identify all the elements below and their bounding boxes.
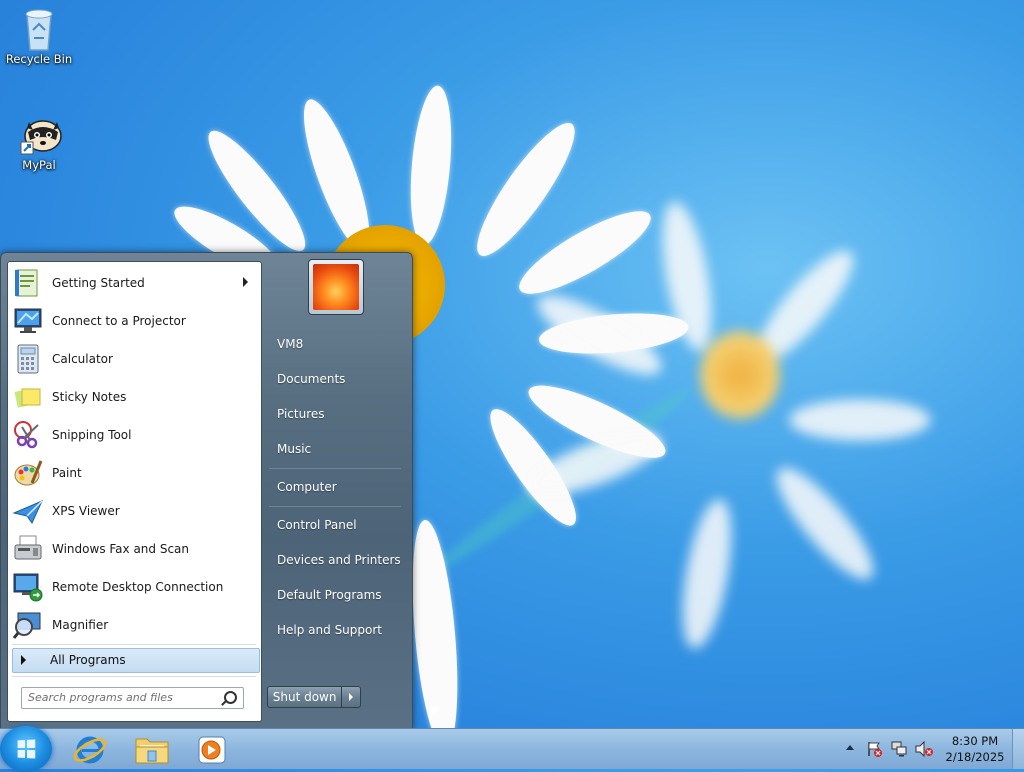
program-connect-to-projector[interactable]: Connect to a Projector bbox=[12, 304, 258, 338]
all-programs-button[interactable]: All Programs bbox=[12, 648, 260, 673]
program-windows-fax-and-scan[interactable]: Windows Fax and Scan bbox=[12, 532, 258, 566]
program-label: Connect to a Projector bbox=[52, 314, 186, 328]
all-programs-label: All Programs bbox=[50, 653, 126, 667]
shutdown-options-arrow-icon[interactable] bbox=[342, 686, 361, 708]
folder-icon bbox=[135, 738, 169, 764]
program-label: Remote Desktop Connection bbox=[52, 580, 224, 594]
show-desktop-button[interactable] bbox=[1012, 729, 1024, 769]
divider bbox=[269, 468, 401, 469]
desktop-icon-label: Recycle Bin bbox=[5, 52, 73, 66]
program-label: XPS Viewer bbox=[52, 504, 120, 518]
divider bbox=[12, 644, 256, 645]
network-icon[interactable] bbox=[890, 740, 908, 758]
program-remote-desktop-connection[interactable]: Remote Desktop Connection bbox=[12, 570, 258, 604]
program-label: Calculator bbox=[52, 352, 113, 366]
program-sticky-notes[interactable]: Sticky Notes bbox=[12, 380, 258, 414]
divider bbox=[12, 676, 256, 677]
magnifier-icon bbox=[12, 612, 41, 639]
volume-muted-icon[interactable] bbox=[914, 740, 934, 758]
shutdown-button[interactable]: Shut down bbox=[267, 686, 343, 708]
start-button[interactable] bbox=[0, 726, 52, 772]
palette-icon bbox=[14, 460, 43, 486]
start-menu-programs-pane: Getting Started Connect to a Projector C… bbox=[7, 261, 262, 722]
shutdown-group: Shut down bbox=[267, 686, 361, 708]
start-right-control-panel[interactable]: Control Panel bbox=[267, 512, 403, 538]
program-magnifier[interactable]: Magnifier bbox=[12, 608, 258, 642]
system-clock[interactable]: 8:30 PM 2/18/2025 bbox=[939, 733, 1011, 765]
windows-logo-icon bbox=[17, 739, 36, 759]
desktop-icon-label: MyPal bbox=[22, 158, 56, 172]
start-menu: Getting Started Connect to a Projector C… bbox=[0, 252, 413, 730]
start-right-music[interactable]: Music bbox=[267, 436, 403, 462]
sticky-notes-icon bbox=[14, 388, 41, 408]
scissors-icon bbox=[14, 421, 39, 449]
recycle-bin-icon bbox=[19, 6, 59, 51]
start-right-pictures[interactable]: Pictures bbox=[267, 401, 403, 427]
user-picture[interactable] bbox=[308, 259, 364, 315]
media-player-icon bbox=[198, 736, 226, 764]
search-input[interactable] bbox=[28, 688, 213, 706]
program-label: Snipping Tool bbox=[52, 428, 132, 442]
expand-arrow-icon bbox=[21, 655, 26, 665]
start-right-documents[interactable]: Documents bbox=[267, 366, 403, 392]
program-label: Paint bbox=[52, 466, 82, 480]
desktop-icon-mypal[interactable]: MyPal bbox=[2, 112, 76, 172]
remote-desktop-icon bbox=[13, 573, 43, 602]
raccoon-app-icon bbox=[19, 112, 62, 156]
search-icon[interactable] bbox=[224, 691, 237, 704]
calculator-icon bbox=[17, 344, 39, 374]
start-right-user[interactable]: VM8 bbox=[267, 331, 403, 357]
projector-icon bbox=[14, 308, 42, 333]
show-hidden-icons-arrow[interactable] bbox=[846, 745, 854, 750]
start-right-devices-and-printers[interactable]: Devices and Printers bbox=[267, 547, 403, 573]
start-right-help-and-support[interactable]: Help and Support bbox=[267, 617, 403, 643]
program-xps-viewer[interactable]: XPS Viewer bbox=[12, 494, 258, 528]
program-label: Windows Fax and Scan bbox=[52, 542, 190, 556]
mouse-cursor-icon bbox=[430, 707, 440, 719]
submenu-arrow-icon[interactable] bbox=[243, 277, 248, 287]
taskbar-file-explorer[interactable] bbox=[132, 731, 172, 767]
action-center-flag-icon[interactable] bbox=[866, 740, 884, 758]
taskbar: 8:30 PM 2/18/2025 bbox=[0, 726, 1024, 772]
taskbar-internet-explorer[interactable] bbox=[70, 731, 110, 767]
program-label: Magnifier bbox=[52, 618, 109, 632]
desktop-icon-recycle-bin[interactable]: Recycle Bin bbox=[2, 6, 76, 66]
taskbar-media-player[interactable] bbox=[193, 731, 233, 767]
start-right-computer[interactable]: Computer bbox=[267, 474, 403, 500]
clock-time: 8:30 PM bbox=[951, 734, 999, 748]
paper-plane-icon bbox=[12, 500, 43, 524]
program-label: Sticky Notes bbox=[52, 390, 127, 404]
program-snipping-tool[interactable]: Snipping Tool bbox=[12, 418, 258, 452]
program-label: Getting Started bbox=[52, 276, 145, 290]
fax-icon bbox=[14, 535, 42, 560]
clock-date: 2/18/2025 bbox=[945, 750, 1005, 764]
program-paint[interactable]: Paint bbox=[12, 456, 258, 490]
divider bbox=[269, 506, 401, 507]
program-calculator[interactable]: Calculator bbox=[12, 342, 258, 376]
flower-avatar bbox=[313, 264, 359, 310]
start-right-default-programs[interactable]: Default Programs bbox=[267, 582, 403, 608]
program-getting-started[interactable]: Getting Started bbox=[12, 266, 258, 300]
start-search-box[interactable] bbox=[21, 687, 244, 709]
getting-started-icon bbox=[15, 269, 38, 297]
internet-explorer-icon bbox=[73, 736, 107, 764]
